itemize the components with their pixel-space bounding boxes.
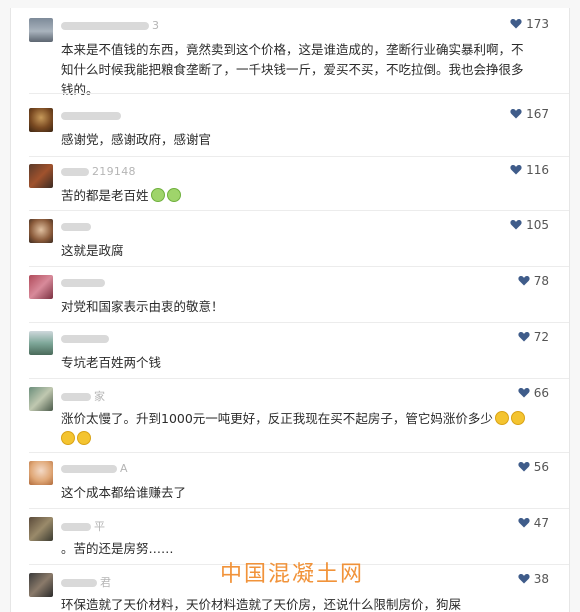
commenter-name[interactable]: A [61,462,128,475]
commenter-name[interactable] [61,109,124,122]
watermark: 中国混凝土网 [220,562,365,587]
heart-icon [518,276,530,286]
divider [29,156,569,157]
comment-text: 苦的都是老百姓 [61,186,531,206]
commenter-name[interactable]: 家 [61,388,105,404]
grin-emoji-icon [510,411,525,425]
comment-text: 专坑老百姓两个钱 [61,355,162,370]
comment-text: 环保造就了天价材料，天价材料造就了天价房，还说什么限制房价，狗屎 [61,597,462,612]
grin-emoji-icon [61,431,75,445]
divider [29,93,569,94]
comment-list: 3 173 本来是不值钱的东西，竟然卖到这个价格，这是谁造成的，垄断行业确实暴利… [10,8,570,612]
avatar[interactable] [29,108,53,132]
heart-icon [518,462,530,472]
heart-icon [510,165,522,175]
like-count[interactable]: 78 [518,274,549,288]
like-count[interactable]: 116 [510,163,549,177]
grin-emoji-icon [494,411,509,425]
divider [29,508,569,509]
commenter-name[interactable]: 平 [61,518,105,534]
sick-face-emoji-icon [166,188,181,202]
commenter-name[interactable]: 219148 [61,165,136,178]
divider [29,210,569,211]
heart-icon [510,109,522,119]
avatar[interactable] [29,387,53,411]
avatar[interactable] [29,517,53,541]
heart-icon [510,220,522,230]
comment-text: 对党和国家表示由衷的敬意！ [61,299,224,314]
avatar[interactable] [29,461,53,485]
comment-text: 本来是不值钱的东西，竟然卖到这个价格，这是谁造成的，垄断行业确实暴利啊，不知什么… [61,42,524,97]
like-count[interactable]: 56 [518,460,549,474]
comment-text: 这个成本都给谁赚去了 [61,485,187,500]
like-count[interactable]: 105 [510,218,549,232]
commenter-name[interactable] [61,332,112,345]
heart-icon [518,574,530,584]
comment-text: 感谢党，感谢政府，感谢官 [61,132,212,147]
avatar[interactable] [29,164,53,188]
divider [29,266,569,267]
like-count[interactable]: 38 [518,572,549,586]
divider [29,452,569,453]
avatar[interactable] [29,331,53,355]
like-count[interactable]: 66 [518,386,549,400]
commenter-name[interactable] [61,276,108,289]
sick-face-emoji-icon [150,188,165,202]
avatar[interactable] [29,18,53,42]
grin-emoji-icon [77,431,91,445]
heart-icon [518,332,530,342]
commenter-name[interactable]: 3 [61,19,159,32]
avatar[interactable] [29,573,53,597]
heart-icon [510,19,522,29]
comment-text: 涨价太慢了。升到1000元一吨更好，反正我现在买不起房子，管它妈涨价多少 [61,409,531,449]
like-count[interactable]: 173 [510,17,549,31]
like-count[interactable]: 72 [518,330,549,344]
comment-text: 这就是政腐 [61,243,124,258]
heart-icon [518,518,530,528]
commenter-name[interactable] [61,220,94,233]
avatar[interactable] [29,275,53,299]
divider [29,378,569,379]
commenter-name[interactable]: 君 [61,574,111,590]
avatar[interactable] [29,219,53,243]
like-count[interactable]: 167 [510,107,549,121]
divider [29,322,569,323]
heart-icon [518,388,530,398]
like-count[interactable]: 47 [518,516,549,530]
